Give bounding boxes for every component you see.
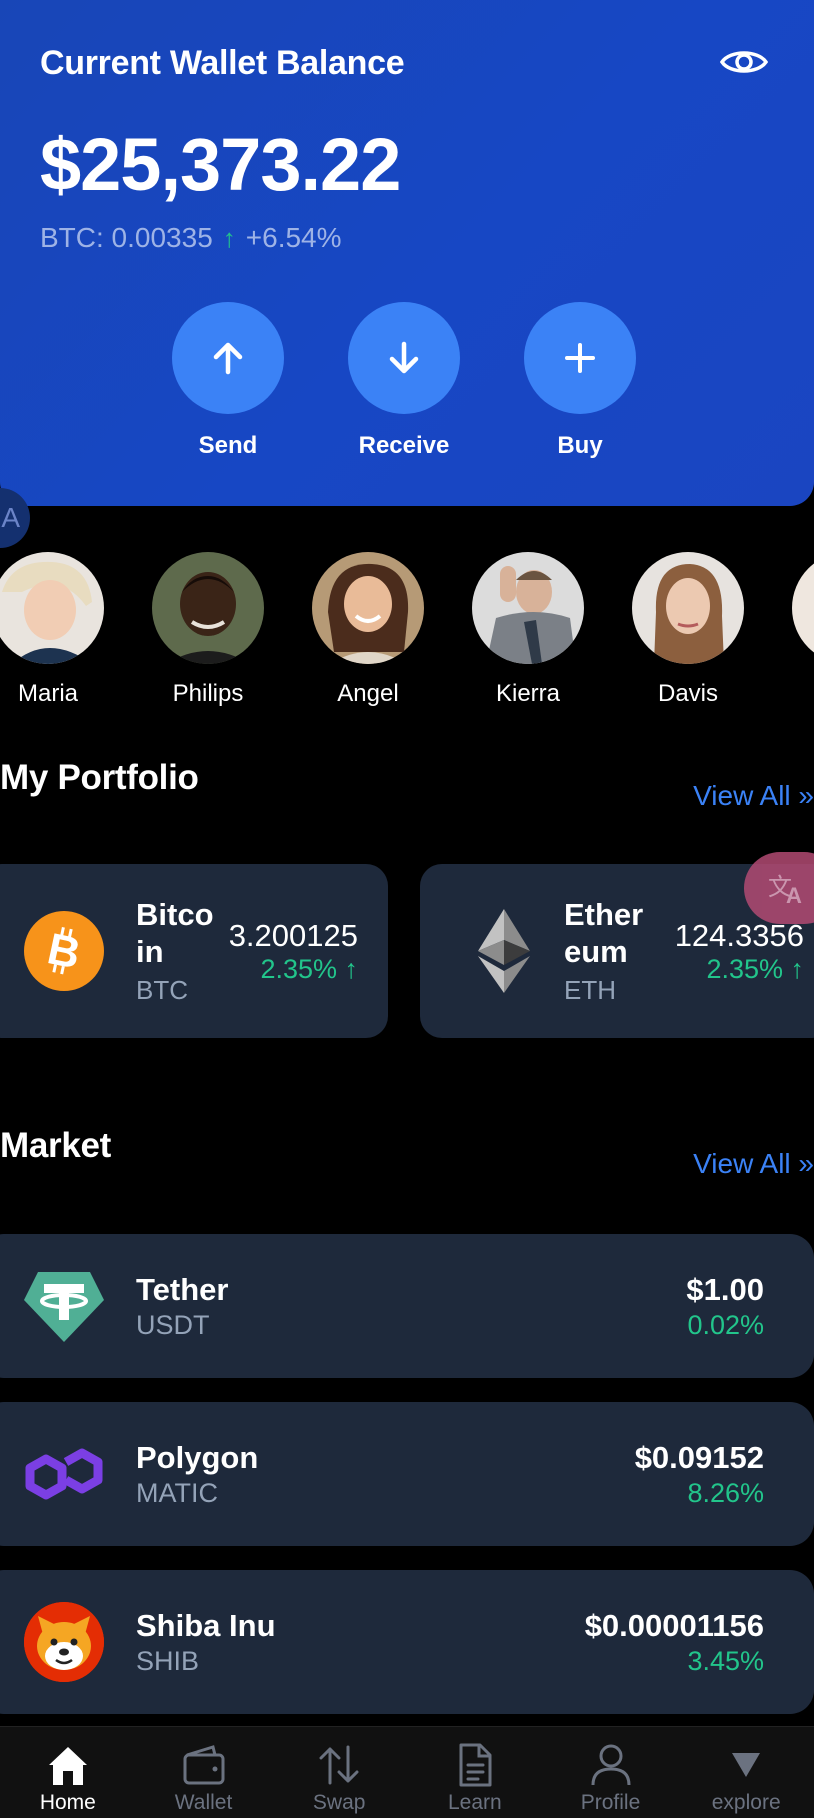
home-icon — [48, 1747, 87, 1785]
nav-label: Wallet — [174, 1791, 233, 1814]
wallet-balance-card: Current Wallet Balance $25,373.22 BTC: 0… — [0, 0, 814, 506]
market-row-tether[interactable]: Tether USDT $1.00 0.02% — [0, 1234, 814, 1378]
arrow-up-icon: ↑ — [222, 222, 236, 253]
coin-name: Ethereum — [564, 897, 644, 969]
coin-name: Polygon — [136, 1440, 259, 1475]
btc-change: +6.54% — [245, 222, 342, 253]
coin-change: 3.45% — [687, 1646, 764, 1676]
coin-price: $0.09152 — [634, 1440, 764, 1475]
coin-amount: 3.200125 — [228, 918, 358, 953]
svg-text:A: A — [786, 883, 802, 907]
coin-change: 0.02% — [687, 1310, 764, 1340]
contact-maria[interactable]: Maria — [0, 552, 108, 708]
coin-symbol: BTC — [136, 975, 188, 1005]
quick-actions: Send Receive Buy — [172, 302, 636, 460]
avatar[interactable] — [312, 552, 424, 664]
arrow-up-icon[interactable] — [172, 302, 284, 414]
coin-price: $0.00001156 — [584, 1608, 764, 1643]
contact-name: Philips — [172, 680, 244, 707]
buy-button[interactable]: Buy — [524, 302, 636, 460]
nav-explore[interactable]: explore — [678, 1727, 814, 1818]
bottom-navigation: Home Wallet Swap Learn Profile explore — [0, 1726, 814, 1818]
tether-icon — [24, 1266, 104, 1346]
contact-h[interactable]: H — [788, 552, 814, 708]
nav-learn[interactable]: Learn — [407, 1727, 543, 1818]
portfolio-card-bitcoin[interactable]: B Bitcoin BTC 3.200125 2.35% ↑ — [0, 864, 388, 1038]
nav-label: Swap — [312, 1791, 366, 1814]
polygon-icon — [24, 1434, 104, 1514]
nav-label: Profile — [580, 1791, 641, 1814]
avatar[interactable] — [792, 552, 814, 664]
btc-balance-line: BTC: 0.00335 ↑ +6.54% — [40, 222, 342, 254]
coin-change: 8.26% — [687, 1478, 764, 1508]
contact-philips[interactable]: Philips — [148, 552, 268, 708]
market-view-all-link[interactable]: View All » — [693, 1148, 814, 1180]
triangle-down-icon — [732, 1753, 761, 1777]
balance-title: Current Wallet Balance — [40, 44, 405, 82]
contact-name: Angel — [337, 680, 399, 707]
buy-label: Buy — [557, 432, 603, 459]
coin-symbol: SHIB — [136, 1646, 200, 1676]
coin-name: Bitcoin — [136, 897, 214, 969]
arrow-down-icon[interactable] — [348, 302, 460, 414]
coin-symbol: MATIC — [136, 1478, 218, 1508]
portfolio-view-all-link[interactable]: View All » — [693, 780, 814, 812]
nav-profile[interactable]: Profile — [543, 1727, 679, 1818]
portfolio-title: My Portfolio — [0, 758, 199, 797]
coin-change: 2.35% ↑ — [260, 954, 358, 984]
nav-label: Learn — [447, 1791, 502, 1814]
avatar[interactable] — [632, 552, 744, 664]
nav-label: explore — [711, 1791, 781, 1814]
profile-icon — [591, 1744, 631, 1786]
bitcoin-icon: B — [24, 911, 104, 991]
swap-icon — [319, 1745, 359, 1785]
balance-amount: $25,373.22 — [40, 123, 401, 206]
wallet-icon — [183, 1745, 224, 1785]
receive-label: Receive — [358, 432, 450, 459]
avatar[interactable] — [472, 552, 584, 664]
contact-name: Maria — [17, 680, 78, 707]
plus-icon[interactable] — [524, 302, 636, 414]
nav-label: Home — [39, 1791, 96, 1814]
eye-icon[interactable] — [718, 42, 770, 82]
nav-swap[interactable]: Swap — [271, 1727, 407, 1818]
contact-kierra[interactable]: Kierra — [468, 552, 588, 708]
coin-symbol: ETH — [564, 975, 616, 1005]
receive-button[interactable]: Receive — [348, 302, 460, 460]
nav-home[interactable]: Home — [0, 1727, 136, 1818]
avatar[interactable] — [152, 552, 264, 664]
avatar[interactable] — [0, 552, 104, 664]
send-label: Send — [198, 432, 258, 459]
translate-icon[interactable]: 文 A — [744, 852, 814, 924]
shiba-inu-icon — [24, 1602, 104, 1682]
market-row-polygon[interactable]: Polygon MATIC $0.09152 8.26% — [0, 1402, 814, 1546]
coin-name: Tether — [136, 1272, 229, 1307]
contact-name: Kierra — [495, 680, 561, 707]
send-button[interactable]: Send — [172, 302, 284, 460]
btc-balance: BTC: 0.00335 — [40, 222, 213, 253]
ethereum-icon — [464, 909, 544, 993]
coin-symbol: USDT — [136, 1310, 210, 1340]
market-row-shiba-inu[interactable]: Shiba Inu SHIB $0.00001156 3.45% — [0, 1570, 814, 1714]
coin-price: $1.00 — [686, 1272, 764, 1307]
nav-wallet[interactable]: Wallet — [136, 1727, 272, 1818]
contacts-row: Maria Philips Angel Kierra Davis — [0, 552, 814, 712]
contact-angel[interactable]: Angel — [308, 552, 428, 708]
contact-name: Davis — [657, 680, 718, 707]
document-icon — [459, 1743, 492, 1787]
coin-change: 2.35% ↑ — [706, 954, 804, 984]
contact-davis[interactable]: Davis — [628, 552, 748, 708]
market-title: Market — [0, 1126, 112, 1165]
coin-name: Shiba Inu — [136, 1608, 276, 1643]
